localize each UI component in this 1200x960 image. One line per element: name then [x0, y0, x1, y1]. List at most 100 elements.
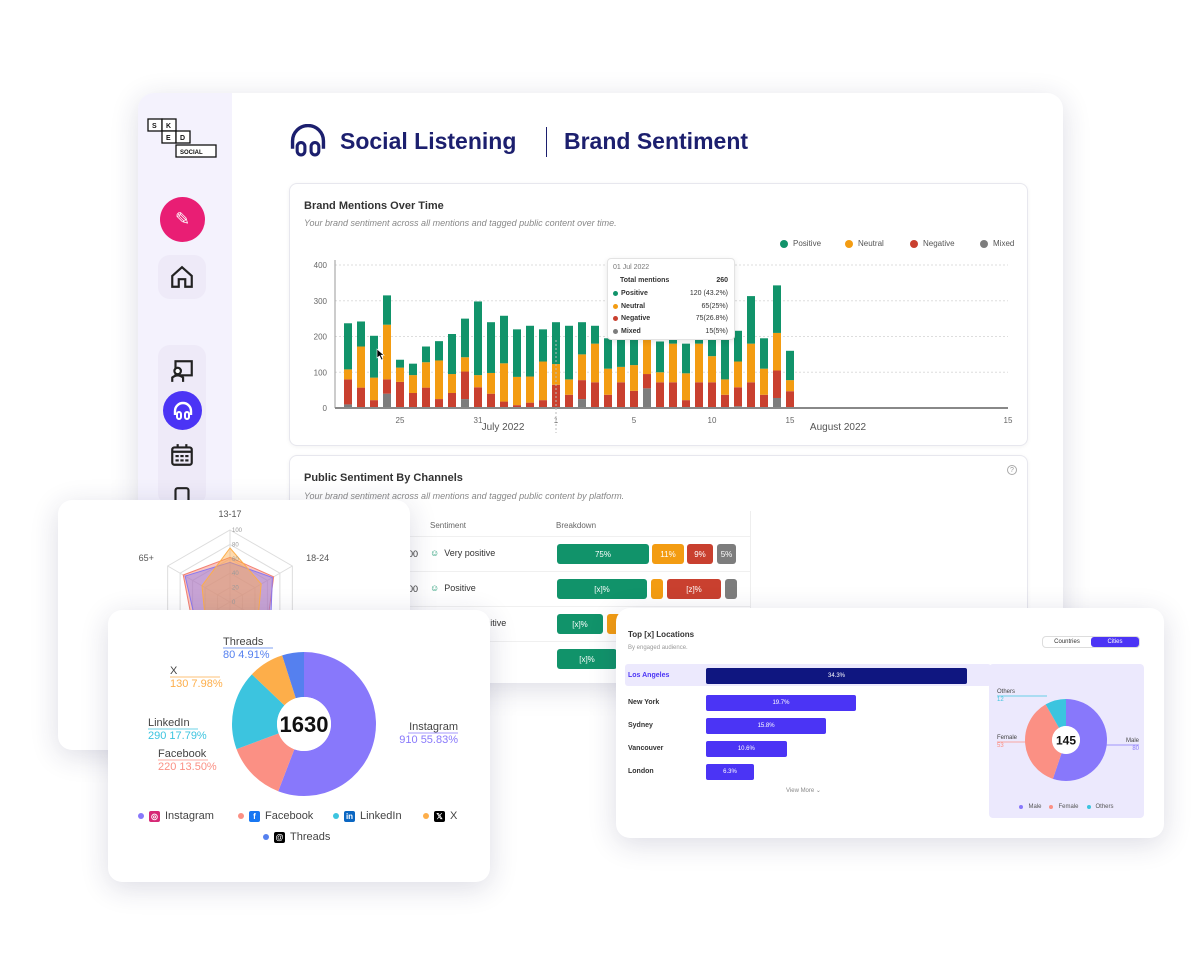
bar-segment-neutral[interactable] [461, 357, 469, 372]
bar-segment-neutral[interactable] [695, 343, 703, 383]
bar-segment-positive[interactable] [539, 329, 547, 362]
bar-segment-positive[interactable] [773, 285, 781, 333]
breakdown-segment[interactable]: 11% [652, 544, 684, 564]
bar-segment-positive[interactable] [656, 341, 664, 373]
legend-item-x[interactable]: 𝕏X [423, 810, 457, 822]
bar-segment-negative[interactable] [708, 382, 716, 408]
bar-segment-neutral[interactable] [487, 372, 495, 394]
bar-segment-negative[interactable] [435, 399, 443, 408]
bar-segment-mixed[interactable] [383, 393, 391, 408]
bar-segment-negative[interactable] [357, 387, 365, 408]
bar-segment-negative[interactable] [474, 387, 482, 408]
bar-segment-negative[interactable] [461, 371, 469, 400]
bar-segment-negative[interactable] [448, 392, 456, 408]
social-listening-button[interactable] [163, 391, 202, 430]
legend-item-neutral[interactable]: Neutral [845, 239, 884, 248]
breakdown-segment[interactable]: 9% [687, 544, 713, 564]
bar-segment-neutral[interactable] [422, 362, 430, 388]
bar-segment-positive[interactable] [435, 341, 443, 361]
city-bar[interactable]: 10.6% [706, 741, 787, 757]
create-post-button[interactable]: ✎ [160, 197, 205, 242]
gender-legend-item[interactable]: Others [1086, 804, 1114, 810]
bar-segment-negative[interactable] [630, 390, 638, 408]
bar-segment-neutral[interactable] [617, 366, 625, 383]
bar-segment-positive[interactable] [734, 330, 742, 362]
bar-segment-neutral[interactable] [565, 379, 573, 395]
bar-segment-positive[interactable] [604, 338, 612, 369]
calendar-button[interactable] [158, 433, 206, 477]
home-button[interactable] [158, 255, 206, 299]
gender-legend-item[interactable]: Female [1049, 804, 1079, 810]
bar-segment-negative[interactable] [539, 400, 547, 408]
bar-segment-neutral[interactable] [435, 360, 443, 400]
bar-segment-negative[interactable] [656, 382, 664, 408]
bar-segment-positive[interactable] [461, 318, 469, 358]
bar-segment-negative[interactable] [760, 394, 768, 408]
bar-segment-negative[interactable] [682, 400, 690, 408]
bar-segment-negative[interactable] [604, 394, 612, 408]
bar-segment-negative[interactable] [487, 393, 495, 408]
bar-segment-positive[interactable] [578, 322, 586, 355]
view-more-button[interactable]: View More ⌄ [786, 787, 821, 794]
toggle-countries[interactable]: Countries [1043, 637, 1091, 647]
bar-segment-neutral[interactable] [591, 343, 599, 383]
breakdown-segment[interactable]: 75% [557, 544, 649, 564]
bar-segment-negative[interactable] [695, 382, 703, 408]
bar-segment-positive[interactable] [383, 295, 391, 325]
reports-button[interactable] [158, 349, 206, 393]
legend-item-instagram[interactable]: ◎ Instagram [138, 810, 214, 822]
bar-segment-neutral[interactable] [708, 356, 716, 383]
bar-segment-positive[interactable] [500, 315, 508, 364]
bar-segment-neutral[interactable] [500, 363, 508, 402]
bar-segment-positive[interactable] [786, 350, 794, 381]
bar-segment-mixed[interactable] [643, 388, 651, 408]
bar-segment-positive[interactable] [474, 301, 482, 376]
legend-item-mixed[interactable]: Mixed [980, 239, 1014, 248]
legend-item-linkedin[interactable]: in LinkedIn [333, 810, 402, 822]
help-icon[interactable]: ? [1007, 465, 1017, 475]
bar-segment-neutral[interactable] [656, 372, 664, 383]
bar-segment-negative[interactable] [747, 382, 755, 408]
bar-segment-neutral[interactable] [786, 380, 794, 392]
bar-segment-negative[interactable] [565, 394, 573, 408]
bar-segment-neutral[interactable] [578, 354, 586, 381]
bar-segment-neutral[interactable] [682, 373, 690, 401]
breakdown-segment[interactable]: [x]% [557, 649, 617, 669]
city-bar[interactable]: 6.3% [706, 764, 754, 780]
bar-segment-positive[interactable] [487, 322, 495, 373]
bar-segment-neutral[interactable] [721, 379, 729, 395]
breakdown-segment[interactable]: [z]% [667, 579, 721, 599]
bar-segment-mixed[interactable] [773, 397, 781, 408]
bar-segment-neutral[interactable] [474, 375, 482, 388]
bar-segment-neutral[interactable] [357, 346, 365, 388]
bar-segment-negative[interactable] [422, 387, 430, 408]
bar-segment-neutral[interactable] [383, 324, 391, 380]
bar-segment-positive[interactable] [760, 338, 768, 369]
bar-segment-negative[interactable] [721, 394, 729, 408]
city-bar[interactable]: 34.3% [706, 668, 967, 684]
bar-segment-neutral[interactable] [773, 332, 781, 371]
bar-segment-negative[interactable] [344, 379, 352, 405]
bar-segment-neutral[interactable] [760, 368, 768, 395]
bar-segment-negative[interactable] [669, 382, 677, 408]
legend-item-threads[interactable]: @ Threads [263, 831, 330, 843]
breakdown-segment[interactable] [651, 579, 663, 599]
bar-segment-neutral[interactable] [643, 335, 651, 375]
bar-segment-negative[interactable] [591, 382, 599, 408]
bar-segment-negative[interactable] [773, 370, 781, 398]
bar-segment-positive[interactable] [409, 363, 417, 376]
bar-segment-negative[interactable] [409, 392, 417, 408]
breakdown-segment[interactable] [725, 579, 737, 599]
bar-segment-positive[interactable] [565, 325, 573, 380]
bar-segment-negative[interactable] [786, 391, 794, 408]
bar-segment-positive[interactable] [591, 325, 599, 344]
bar-segment-negative[interactable] [578, 380, 586, 400]
bar-segment-neutral[interactable] [513, 376, 521, 406]
bar-segment-neutral[interactable] [539, 361, 547, 401]
bar-segment-neutral[interactable] [734, 361, 742, 388]
bar-segment-mixed[interactable] [578, 399, 586, 408]
breakdown-segment[interactable]: [x]% [557, 614, 603, 634]
bar-segment-positive[interactable] [526, 325, 534, 377]
bar-segment-negative[interactable] [617, 382, 625, 408]
bar-segment-neutral[interactable] [669, 343, 677, 383]
